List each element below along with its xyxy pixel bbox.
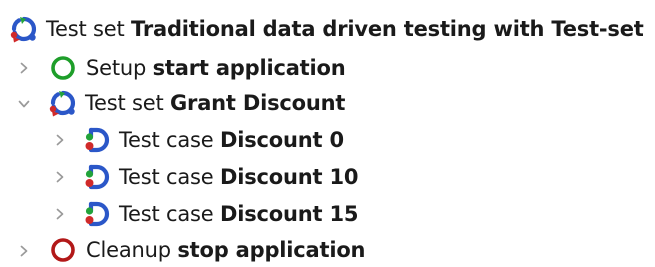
node-name-label: Discount 10 bbox=[220, 165, 359, 189]
test-set-icon bbox=[49, 89, 77, 117]
node-kind-label: Setup bbox=[86, 56, 147, 80]
tree-node-setup[interactable]: Setup start application bbox=[50, 51, 346, 85]
tree-node-test-case-discount-0[interactable]: Test case Discount 0 bbox=[83, 123, 344, 157]
tree-node-test-case-discount-10[interactable]: Test case Discount 10 bbox=[83, 160, 358, 194]
test-tree: Test set Traditional data driven testing… bbox=[0, 0, 655, 267]
node-name-label: start application bbox=[152, 56, 346, 80]
tree-node-test-case-discount-15[interactable]: Test case Discount 15 bbox=[83, 197, 358, 231]
test-set-icon bbox=[10, 15, 38, 43]
node-kind-label: Test case bbox=[119, 128, 214, 152]
test-case-icon bbox=[83, 126, 111, 154]
node-name-label: Discount 15 bbox=[220, 202, 359, 226]
cleanup-icon bbox=[51, 238, 75, 262]
chevron-right-icon[interactable] bbox=[53, 133, 67, 147]
chevron-right-icon[interactable] bbox=[17, 61, 31, 75]
node-kind-label: Test case bbox=[119, 165, 214, 189]
node-name-label: Grant Discount bbox=[170, 91, 346, 115]
test-case-icon bbox=[83, 163, 111, 191]
node-kind-label: Test set bbox=[46, 17, 125, 41]
chevron-right-icon[interactable] bbox=[53, 170, 67, 184]
tree-node-cleanup[interactable]: Cleanup stop application bbox=[50, 233, 366, 267]
chevron-down-icon[interactable] bbox=[17, 97, 31, 111]
tree-node-test-set-grant-discount[interactable]: Test set Grant Discount bbox=[49, 86, 345, 120]
chevron-right-icon[interactable] bbox=[53, 207, 67, 221]
node-name-label: Traditional data driven testing with Tes… bbox=[131, 17, 644, 41]
node-kind-label: Test case bbox=[119, 202, 214, 226]
test-case-icon bbox=[83, 200, 111, 228]
tree-node-root-test-set[interactable]: Test set Traditional data driven testing… bbox=[10, 12, 644, 46]
node-name-label: Discount 0 bbox=[220, 128, 344, 152]
chevron-right-icon[interactable] bbox=[17, 244, 31, 258]
node-kind-label: Cleanup bbox=[86, 238, 171, 262]
node-name-label: stop application bbox=[177, 238, 366, 262]
node-kind-label: Test set bbox=[85, 91, 164, 115]
setup-icon bbox=[51, 56, 75, 80]
